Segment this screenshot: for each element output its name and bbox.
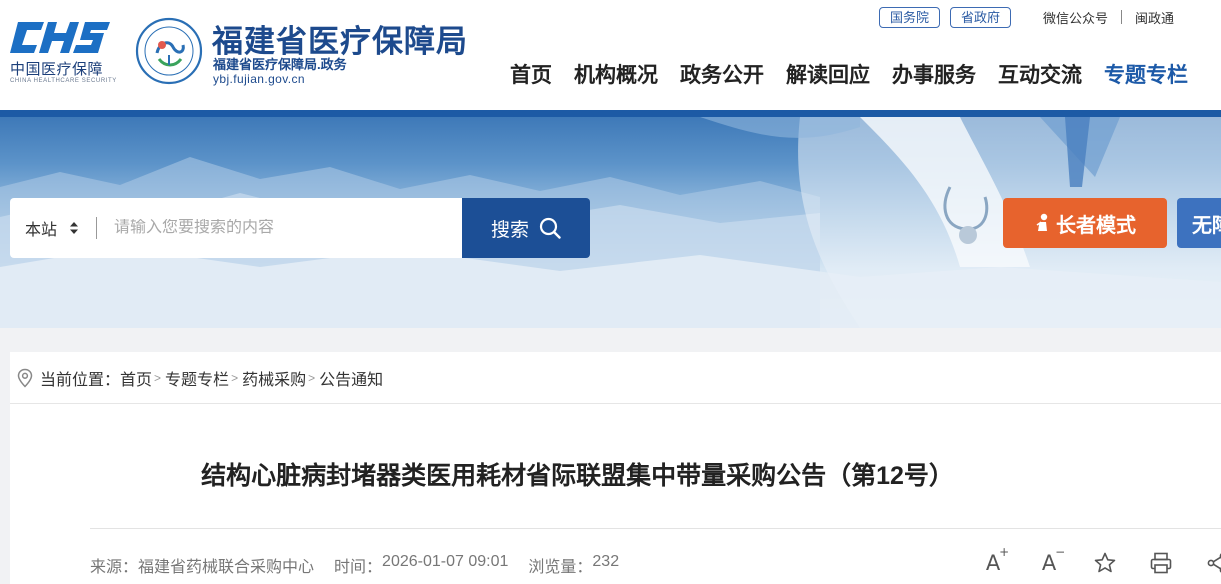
share-icon xyxy=(1207,553,1221,573)
barrier-free-label: 无障碍 xyxy=(1192,214,1221,237)
nav-item-organization[interactable]: 机构概况 xyxy=(574,59,658,89)
nav-item-interpretation[interactable]: 解读回应 xyxy=(786,59,870,89)
breadcrumb-separator: > xyxy=(308,370,316,385)
nav-item-interaction[interactable]: 互动交流 xyxy=(998,59,1082,89)
printer-icon xyxy=(1150,552,1172,574)
banner: 本站 搜索 长者模式 无障碍 xyxy=(0,117,1221,328)
sort-arrows-icon xyxy=(70,222,79,234)
bureau-seal-icon xyxy=(135,17,203,85)
chs-logo[interactable]: 中国医疗保障 CHINA HEALTHCARE SECURITY xyxy=(10,20,116,84)
breadcrumb-separator: > xyxy=(154,370,162,385)
breadcrumb-home[interactable]: 首页 xyxy=(120,366,152,390)
share-button[interactable] xyxy=(1204,550,1221,576)
logo-en-text: CHINA HEALTHCARE SECURITY xyxy=(10,78,117,84)
article-meta: 来源： 福建省药械联合采购中心 时间： 2026-01-07 09:01 浏览量… xyxy=(90,553,619,577)
breadcrumb: 当前位置： 首页 > 专题专栏 > 药械采购 > 公告通知 xyxy=(10,352,1221,404)
site-header: 中国医疗保障 CHINA HEALTHCARE SECURITY 福建省医疗保障… xyxy=(0,0,1221,110)
breadcrumb-label: 当前位置： xyxy=(40,371,121,389)
article-tools: A + A − xyxy=(980,545,1221,576)
elder-mode-button[interactable]: 长者模式 xyxy=(1003,198,1167,248)
breadcrumb-procurement[interactable]: 药械采购 xyxy=(242,366,306,390)
barrier-free-button[interactable]: 无障碍 xyxy=(1177,198,1221,248)
font-increase-button[interactable]: A + xyxy=(980,545,1010,576)
app-link[interactable]: 闽政通 xyxy=(1135,8,1174,27)
views-label: 浏览量： xyxy=(528,559,593,576)
time-label: 时间： xyxy=(334,559,383,576)
search-input[interactable] xyxy=(97,219,427,237)
search-button-label: 搜索 xyxy=(490,219,529,241)
star-icon xyxy=(1094,552,1116,573)
breadcrumb-notices[interactable]: 公告通知 xyxy=(319,366,383,390)
main-nav: 首页 机构概况 政务公开 解读回应 办事服务 互动交流 专题专栏 xyxy=(510,60,1210,88)
title-divider xyxy=(90,528,1221,529)
search-icon xyxy=(539,217,561,239)
print-button[interactable] xyxy=(1148,550,1174,576)
nav-item-services[interactable]: 办事服务 xyxy=(892,59,976,89)
nav-item-public-affairs[interactable]: 政务公开 xyxy=(680,59,764,89)
time-value: 2026-01-07 09:01 xyxy=(382,553,509,570)
top-links-divider xyxy=(1121,10,1123,24)
bureau-subtitle: 福建省医疗保障局.政务 xyxy=(213,57,347,72)
location-pin-icon xyxy=(17,368,33,388)
font-increase-icon: A + xyxy=(985,545,1010,575)
favorite-button[interactable] xyxy=(1092,550,1118,576)
search-scope-value: 本站 xyxy=(25,222,58,239)
views-value: 232 xyxy=(592,553,620,570)
nav-item-home[interactable]: 首页 xyxy=(510,59,552,89)
source-value: 福建省药械联合采购中心 xyxy=(138,559,315,576)
provincial-gov-link[interactable]: 省政府 xyxy=(950,6,1012,28)
article-panel: 当前位置： 首页 > 专题专栏 > 药械采购 > 公告通知 结构心脏病封堵器类医… xyxy=(10,352,1221,584)
search-bar: 本站 搜索 xyxy=(10,198,590,258)
search-scope-select[interactable]: 本站 xyxy=(10,216,96,240)
chs-logo-mark xyxy=(10,22,110,53)
search-button[interactable]: 搜索 xyxy=(462,198,590,258)
wechat-link[interactable]: 微信公众号 xyxy=(1043,8,1108,27)
top-links: 国务院 省政府 微信公众号 闽政通 xyxy=(879,6,1174,28)
state-council-link[interactable]: 国务院 xyxy=(879,6,941,28)
breadcrumb-separator: > xyxy=(231,370,239,385)
search-field-wrapper: 本站 xyxy=(10,198,462,258)
font-decrease-icon: A − xyxy=(1041,545,1066,575)
source-label: 来源： xyxy=(90,559,139,576)
font-decrease-button[interactable]: A − xyxy=(1036,545,1066,576)
article-title: 结构心脏病封堵器类医用耗材省际联盟集中带量采购公告（第12号） xyxy=(201,462,954,490)
elder-mode-label: 长者模式 xyxy=(1056,214,1136,237)
breadcrumb-special-topics[interactable]: 专题专栏 xyxy=(165,366,229,390)
elder-person-icon xyxy=(1036,213,1048,232)
nav-item-special-topics[interactable]: 专题专栏 xyxy=(1104,59,1188,89)
bureau-url: ybj.fujian.gov.cn xyxy=(213,72,305,86)
header-divider xyxy=(0,110,1221,117)
logo-cn-text: 中国医疗保障 xyxy=(10,61,104,78)
